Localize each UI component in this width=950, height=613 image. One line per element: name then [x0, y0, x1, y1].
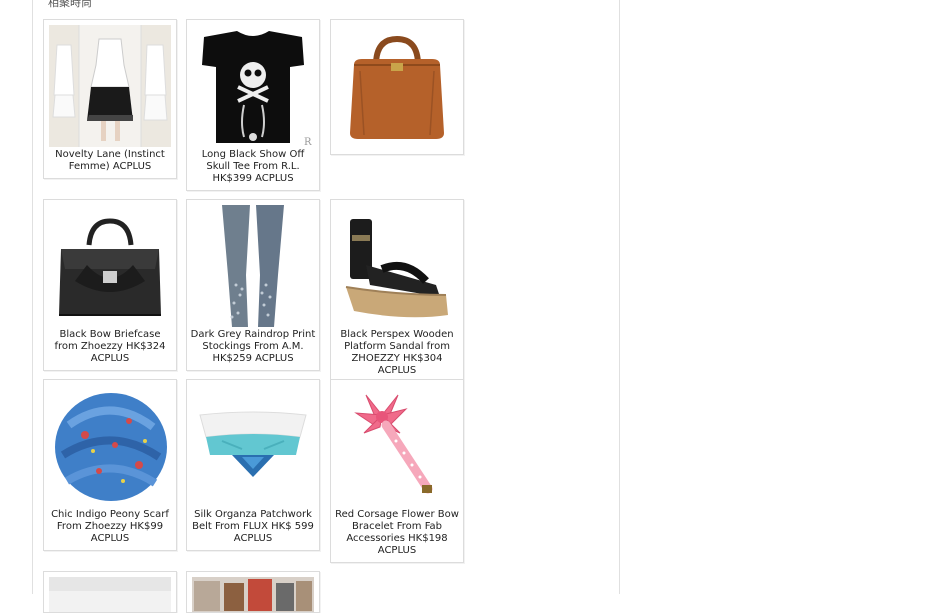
product-card[interactable] — [43, 571, 177, 613]
product-card[interactable]: Dark Grey Raindrop Print Stockings From … — [186, 199, 320, 371]
product-caption[interactable]: Dark Grey Raindrop Print Stockings From … — [187, 327, 319, 370]
product-caption[interactable]: Novelty Lane (Instinct Femme) ACPLUS — [44, 147, 176, 178]
product-card[interactable]: Silk Organza Patchwork Belt From FLUX HK… — [186, 379, 320, 551]
grey-stockings-photo[interactable] — [192, 205, 314, 327]
product-card[interactable]: Novelty Lane (Instinct Femme) ACPLUS — [43, 19, 177, 179]
platform-sandal-photo[interactable] — [336, 205, 458, 327]
header-text: 相聚時尚 — [48, 0, 92, 9]
product-caption[interactable]: Black Perspex Wooden Platform Sandal fro… — [331, 327, 463, 382]
indigo-scarf-photo[interactable] — [49, 385, 171, 507]
product-caption[interactable]: Black Bow Briefcase from Zhoezzy HK$324 … — [44, 327, 176, 370]
product-caption[interactable]: Red Corsage Flower Bow Bracelet From Fab… — [331, 507, 463, 562]
product-card[interactable]: Black Bow Briefcase from Zhoezzy HK$324 … — [43, 199, 177, 371]
product-photo[interactable] — [192, 577, 314, 612]
svg-text:R: R — [304, 137, 312, 147]
white-dress-photo[interactable] — [49, 25, 171, 147]
product-card[interactable]: Chic Indigo Peony Scarf From Zhoezzy HK$… — [43, 379, 177, 551]
bow-bracelet-photo[interactable] — [336, 385, 458, 507]
product-caption — [331, 147, 463, 154]
product-card[interactable]: Black Perspex Wooden Platform Sandal fro… — [330, 199, 464, 383]
product-card[interactable] — [186, 571, 320, 613]
product-card[interactable] — [330, 19, 464, 155]
organza-belt-photo[interactable] — [192, 385, 314, 507]
product-caption[interactable]: Long Black Show Off Skull Tee From R.L. … — [187, 147, 319, 190]
product-caption[interactable]: Silk Organza Patchwork Belt From FLUX HK… — [187, 507, 319, 550]
product-photo[interactable] — [49, 577, 171, 612]
black-briefcase-photo[interactable] — [49, 205, 171, 327]
product-card[interactable]: Red Corsage Flower Bow Bracelet From Fab… — [330, 379, 464, 563]
product-caption[interactable]: Chic Indigo Peony Scarf From Zhoezzy HK$… — [44, 507, 176, 550]
skull-tee-photo[interactable]: R — [192, 25, 314, 147]
brown-bag-photo[interactable] — [336, 25, 458, 147]
product-card[interactable]: R Long Black Show Off Skull Tee From R.L… — [186, 19, 320, 191]
